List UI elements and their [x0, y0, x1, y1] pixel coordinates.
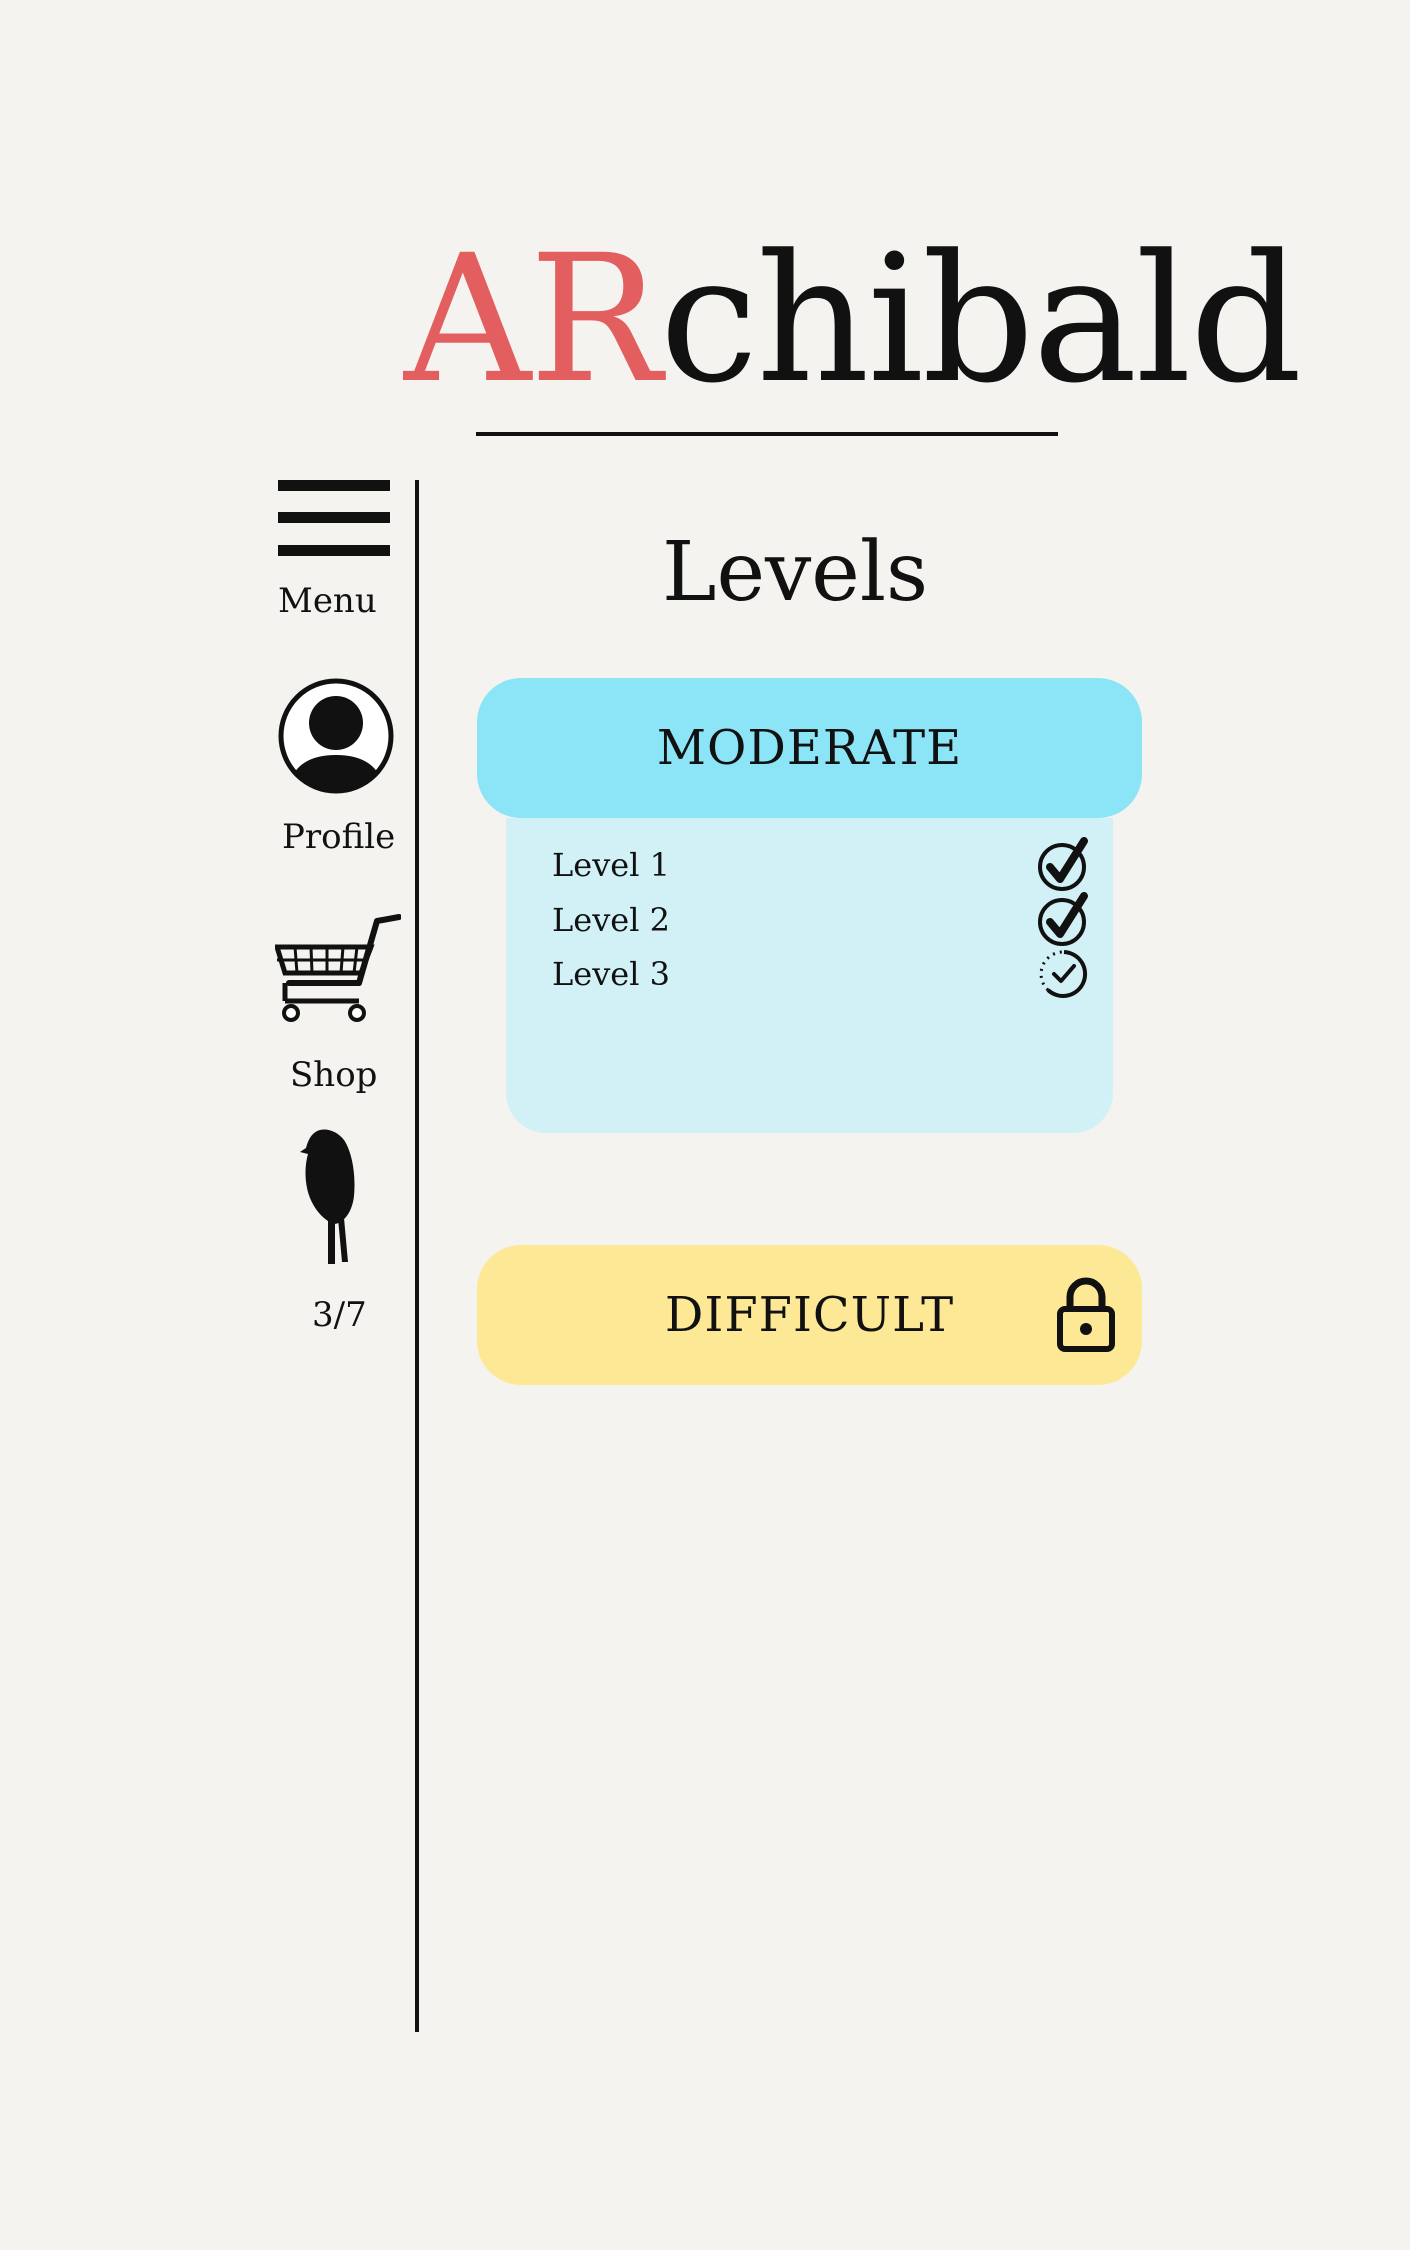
hamburger-menu-icon: [278, 480, 390, 558]
dotted-check-circle-icon: [1036, 946, 1092, 1002]
sidebar-item-shop[interactable]: Shop: [270, 910, 405, 1105]
check-circle-icon: [1036, 892, 1092, 948]
level-label: Level 1: [552, 846, 670, 884]
moderate-levels-panel: Level 1 Level 2 Level 3: [506, 818, 1113, 1133]
sidebar-item-label: Profile: [282, 817, 396, 857]
section-header-difficult[interactable]: DIFFICULT: [477, 1245, 1142, 1385]
section-title: MODERATE: [656, 720, 963, 776]
sidebar-item-profile[interactable]: Profile: [270, 672, 400, 867]
sidebar-item-menu[interactable]: Menu: [270, 478, 400, 628]
level-row-2[interactable]: Level 2: [552, 892, 1092, 948]
section-header-moderate[interactable]: MODERATE: [477, 678, 1142, 818]
sidebar-item-label: Menu: [278, 581, 377, 621]
level-label: Level 3: [552, 955, 670, 993]
level-row-3[interactable]: Level 3: [552, 949, 1092, 999]
section-title: DIFFICULT: [664, 1287, 955, 1343]
logo-accent-text: AR: [404, 217, 662, 422]
level-label: Level 2: [552, 901, 670, 939]
level-row-1[interactable]: Level 1: [552, 837, 1092, 893]
shopping-cart-icon: [275, 913, 401, 1033]
app-logo: ARchibald: [404, 232, 1302, 408]
page-title: Levels: [662, 525, 929, 620]
bird-counter-label: 3/7: [312, 1295, 367, 1335]
logo-rest-text: chibald: [659, 217, 1303, 422]
user-avatar-icon: [277, 677, 395, 795]
sidebar-divider: [415, 480, 419, 2032]
sidebar-item-label: Shop: [290, 1055, 378, 1095]
lock-icon: [1056, 1275, 1116, 1353]
bird-icon: [298, 1128, 362, 1270]
check-circle-icon: [1036, 837, 1092, 893]
logo-underline: [476, 432, 1058, 436]
sidebar-item-bird-counter[interactable]: 3/7: [280, 1125, 400, 1345]
